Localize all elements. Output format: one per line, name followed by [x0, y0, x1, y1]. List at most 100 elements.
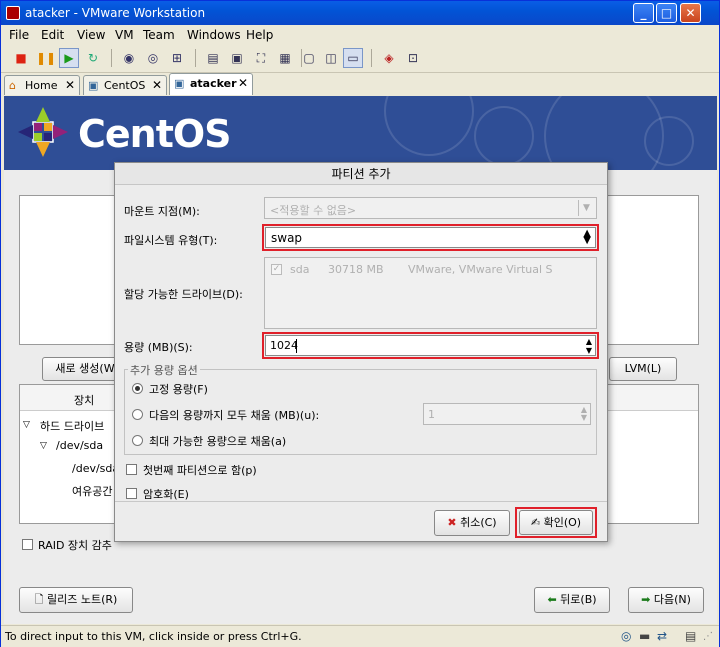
- filesystem-type-select[interactable]: swap ▲ ▼: [265, 227, 596, 248]
- text-cursor: [296, 339, 297, 353]
- menu-vm[interactable]: VM: [115, 28, 134, 42]
- tree-dev-sda[interactable]: /dev/sda: [56, 439, 103, 452]
- centos-banner: CentOS: [4, 96, 717, 170]
- quick-switch-icon[interactable]: ▣: [227, 48, 247, 68]
- primary-partition-label: 첫번째 파티션으로 함(p): [143, 464, 257, 477]
- fill-max-radio[interactable]: [132, 435, 143, 446]
- message-log-icon[interactable]: ▤: [685, 629, 696, 643]
- size-label: 용량 (MB)(S):: [124, 341, 193, 354]
- dialog-divider: [115, 501, 607, 502]
- menu-view[interactable]: View: [77, 28, 105, 42]
- lvm-button[interactable]: LVM(L): [609, 357, 677, 381]
- tab-close-icon[interactable]: ✕: [238, 76, 248, 90]
- tree-dev-sda-partition[interactable]: /dev/sda: [72, 462, 119, 475]
- minimize-button[interactable]: _: [633, 3, 654, 23]
- centos-logo-icon: [18, 107, 68, 157]
- cancel-button[interactable]: ✖ 취소(C): [434, 510, 510, 536]
- maximize-button[interactable]: □: [656, 3, 677, 23]
- vmware-window: atacker - VMware Workstation _ □ ✕ File …: [0, 0, 720, 647]
- play-icon[interactable]: ▶: [59, 48, 79, 68]
- fill-max-label: 최대 가능한 용량으로 채움(a): [149, 435, 287, 448]
- banner-swirl: [474, 106, 534, 166]
- next-button[interactable]: ➡ 다음(N): [628, 587, 704, 613]
- encrypt-checkbox[interactable]: [126, 488, 137, 499]
- encrypt-label: 암호화(E): [143, 488, 189, 501]
- cancel-label: 취소(C): [460, 516, 497, 529]
- banner-swirl: [384, 96, 474, 156]
- toolbar-separator: [111, 49, 112, 67]
- release-notes-button[interactable]: 🗋 릴리즈 노트(R): [19, 587, 133, 613]
- cd-icon[interactable]: ◎: [621, 629, 631, 643]
- raid-checkbox[interactable]: [22, 539, 33, 550]
- mount-point-combo[interactable]: <적용할 수 없음> ▼: [264, 197, 597, 219]
- reset-icon[interactable]: ↻: [83, 48, 103, 68]
- fixed-size-radio[interactable]: [132, 383, 143, 394]
- fill-upto-radio[interactable]: [132, 409, 143, 420]
- ok-hand-icon: ✍: [530, 516, 541, 529]
- menu-bar: File Edit View VM Team Windows Help: [1, 25, 719, 45]
- spin-arrows-icon: ▲ ▼: [580, 405, 587, 422]
- tab-strip: ⌂ Home ✕ ▣ CentOS ✕ ▣ atacker ✕: [1, 73, 719, 95]
- record-icon[interactable]: ◈: [379, 48, 399, 68]
- menu-file[interactable]: File: [9, 28, 29, 42]
- tree-hard-drive[interactable]: 하드 드라이브: [40, 418, 104, 434]
- tab-home[interactable]: ⌂ Home ✕: [4, 75, 80, 95]
- drive-checkbox-checked[interactable]: ✓: [271, 264, 282, 275]
- status-text: To direct input to this VM, click inside…: [5, 630, 302, 643]
- snapshot-manager-icon[interactable]: ⊞: [167, 48, 187, 68]
- vm-icon: ▣: [174, 77, 185, 90]
- updown-arrows-icon: ▲ ▼: [583, 228, 591, 246]
- drive-model: VMware, VMware Virtual S: [408, 263, 553, 276]
- tab-close-icon[interactable]: ✕: [65, 78, 75, 92]
- cancel-x-icon: ✖: [447, 516, 457, 529]
- replay-icon[interactable]: ⊡: [403, 48, 423, 68]
- release-notes-label: 릴리즈 노트(R): [47, 593, 118, 606]
- power-off-icon[interactable]: ■: [11, 48, 31, 68]
- fill-upto-spinbox[interactable]: 1 ▲ ▼: [423, 403, 591, 425]
- tab-atacker-label: atacker: [190, 77, 237, 90]
- back-button[interactable]: ⬅ 뒤로(B): [534, 587, 610, 613]
- hard-disk-icon[interactable]: ▬: [639, 629, 650, 643]
- drives-list[interactable]: ✓ sda 30718 MB VMware, VMware Virtual S: [264, 257, 597, 329]
- mount-point-value: <적용할 수 없음>: [270, 204, 357, 217]
- back-label: 뒤로(B): [560, 593, 597, 606]
- menu-windows[interactable]: Windows: [187, 28, 241, 42]
- raid-label: RAID 장치 감추: [38, 539, 112, 552]
- menu-team[interactable]: Team: [143, 28, 175, 42]
- pause-icon[interactable]: ❚❚: [35, 48, 56, 68]
- fill-upto-value: 1: [428, 408, 435, 421]
- full-screen-icon[interactable]: ⛶: [251, 48, 271, 68]
- console-icon[interactable]: ▢: [299, 48, 319, 68]
- primary-partition-checkbox[interactable]: [126, 464, 137, 475]
- size-value: 1024: [270, 339, 298, 352]
- tab-centos[interactable]: ▣ CentOS ✕: [83, 75, 167, 95]
- close-button[interactable]: ✕: [680, 3, 701, 23]
- expander-icon[interactable]: ▽: [23, 420, 30, 430]
- ok-label: 확인(O): [543, 516, 582, 529]
- revert-snapshot-icon[interactable]: ◎: [143, 48, 163, 68]
- size-spinbox[interactable]: 1024 ▲ ▼: [265, 335, 596, 356]
- options-title: 추가 용량 옵션: [128, 362, 200, 378]
- tab-close-icon[interactable]: ✕: [152, 78, 162, 92]
- console-view-icon[interactable]: ▭: [343, 48, 363, 68]
- menu-edit[interactable]: Edit: [41, 28, 64, 42]
- tab-atacker[interactable]: ▣ atacker ✕: [169, 73, 253, 95]
- fill-upto-label: 다음의 용량까지 모두 채움 (MB)(u):: [149, 409, 320, 422]
- unity-icon[interactable]: ◫: [321, 48, 341, 68]
- ok-button[interactable]: ✍ 확인(O): [519, 510, 593, 535]
- back-arrow-icon: ⬅: [547, 593, 557, 606]
- dialog-title: 파티션 추가: [115, 163, 607, 185]
- status-bar: To direct input to this VM, click inside…: [1, 625, 719, 647]
- snapshot-icon[interactable]: ◉: [119, 48, 139, 68]
- network-icon[interactable]: ⇄: [657, 629, 667, 643]
- tree-free-space[interactable]: 여유공간: [72, 483, 112, 499]
- next-label: 다음(N): [653, 593, 691, 606]
- drive-size: 30718 MB: [328, 263, 384, 276]
- device-column-header: 장치: [74, 394, 95, 407]
- sidebar-icon[interactable]: ▤: [203, 48, 223, 68]
- centos-logo-text: CentOS: [78, 112, 232, 156]
- expander-icon[interactable]: ▽: [40, 441, 47, 451]
- menu-help[interactable]: Help: [246, 28, 273, 42]
- summary-icon[interactable]: ▦: [275, 48, 295, 68]
- spin-arrows-icon[interactable]: ▲ ▼: [586, 337, 592, 355]
